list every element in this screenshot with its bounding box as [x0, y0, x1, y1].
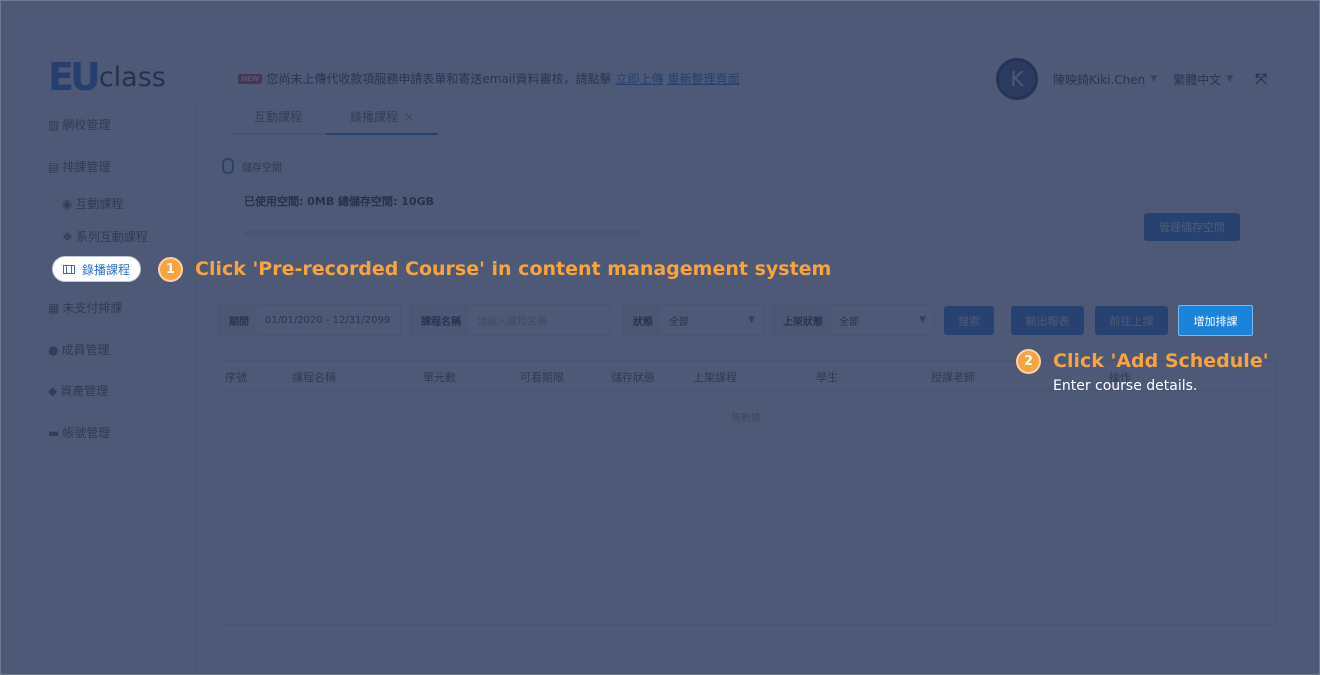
new-badge: NEW [238, 73, 263, 84]
status-label: 狀態 [633, 316, 653, 328]
sidebar-item-account[interactable]: ▬ 帳號管理 [48, 424, 110, 441]
briefcase-icon: ▬ [48, 425, 60, 440]
column-header: 課程名稱 [292, 371, 336, 384]
tab-interactive[interactable]: 互動課程 [230, 100, 327, 135]
step-description: Enter course details. [1053, 378, 1198, 394]
column-header: 授課老師 [931, 371, 975, 384]
listing-select[interactable]: 全部 ▼ [831, 305, 934, 335]
diamond-icon: ◆ [48, 383, 58, 398]
sidebar-item-label: 帳號管理 [62, 426, 111, 440]
app-background: EU class NEW 您尚未上傳代收款項服務申請表單和寄送email資料審核… [0, 0, 1320, 675]
period-label: 期間 [229, 316, 249, 328]
listing-label: 上架狀態 [783, 316, 823, 328]
header-user-area: K 陳映錡Kiki.Chen ▼ 繁體中文 ▼ ⤧ [996, 58, 1267, 100]
status-select[interactable]: 全部 ▼ [661, 305, 763, 335]
close-icon[interactable]: × [404, 110, 414, 124]
database-icon [222, 158, 234, 174]
sidebar-item-scheduling[interactable]: ▤ 排課管理 [48, 158, 110, 175]
user-icon: ● [48, 342, 59, 357]
column-header: 儲存狀態 [611, 371, 655, 384]
step-number: 2 [1016, 349, 1041, 374]
listing-value: 全部 [839, 316, 859, 328]
chevron-down-icon: ▼ [919, 315, 926, 325]
document-icon: ▤ [48, 159, 60, 174]
language-select[interactable]: 繁體中文 [1173, 71, 1221, 88]
period-filter[interactable]: 期間 01/01/2020 - 12/31/2099 [218, 304, 401, 336]
course-name-label: 課程名稱 [421, 316, 461, 328]
eye-icon: ◉ [62, 196, 73, 211]
sidebar-item-unpaid[interactable]: ▦ 未支付排課 [48, 299, 122, 316]
step-number: 1 [158, 257, 183, 282]
chevron-down-icon[interactable]: ▼ [1150, 74, 1157, 84]
guide-step-1: 1 Click 'Pre-recorded Course' in content… [158, 257, 831, 282]
step-title: Click 'Pre-recorded Course' in content m… [195, 258, 832, 280]
period-input[interactable]: 01/01/2020 - 12/31/2099 [257, 305, 400, 335]
storage-title: 儲存空間 [222, 158, 282, 174]
column-header: 可看期限 [520, 371, 564, 384]
manage-storage-button[interactable]: 管理儲存空間 [1144, 213, 1240, 241]
notice-bar: NEW 您尚未上傳代收款項服務申請表單和寄送email資料審核，請點擊 立即上傳… [238, 70, 740, 87]
grid-icon: ▦ [48, 300, 60, 315]
column-header: 序號 [225, 371, 247, 384]
guide-step-2: 2 Click 'Add Schedule' Enter course deta… [1016, 349, 1269, 394]
storage-title-text: 儲存空間 [242, 162, 282, 174]
sidebar-item-school[interactable]: ▥ 網校管理 [48, 116, 110, 133]
tab-label: 錄播課程 [350, 110, 399, 124]
film-icon [63, 264, 75, 274]
refresh-link[interactable]: 重新整理頁面 [668, 70, 740, 87]
sidebar-item-label: 資產管理 [60, 384, 109, 398]
logo[interactable]: EU class [48, 58, 166, 96]
chevron-down-icon[interactable]: ▼ [1226, 74, 1233, 84]
column-header: 單元數 [423, 371, 456, 384]
course-table: 序號 課程名稱 單元數 可看期限 儲存狀態 上架課程 學生 授課老師 操作 無數… [218, 360, 1276, 625]
sidebar-item-assets[interactable]: ◆ 資產管理 [48, 382, 108, 399]
course-name-filter[interactable]: 課程名稱 請輸入課程名稱 [410, 304, 611, 336]
search-button[interactable]: 搜索 [944, 306, 994, 335]
step-title: Click 'Add Schedule' [1053, 350, 1269, 372]
logo-text: class [98, 61, 166, 93]
sidebar-item-members[interactable]: ● 成員管理 [48, 341, 110, 358]
tab-bar: 互動課程 錄播課程 × [230, 100, 439, 135]
column-header: 上架課程 [693, 371, 737, 384]
fullscreen-icon[interactable]: ⤧ [1255, 70, 1267, 88]
cubes-icon: ❖ [62, 229, 73, 244]
sidebar-item-recorded[interactable]: 錄播課程 [52, 256, 141, 282]
status-filter[interactable]: 狀態 全部 ▼ [622, 304, 764, 336]
upload-link[interactable]: 立即上傳 [615, 70, 663, 87]
listing-filter[interactable]: 上架狀態 全部 ▼ [772, 304, 935, 336]
avatar[interactable]: K [996, 58, 1038, 100]
sidebar-item-series[interactable]: ❖ 系列互動課程 [62, 228, 148, 245]
empty-state: 無數據 [731, 413, 761, 424]
sidebar-item-label: 網校管理 [62, 118, 111, 132]
user-name[interactable]: 陳映錡Kiki.Chen [1053, 71, 1145, 88]
storage-usage: 已使用空間: 0MB 總儲存空間: 10GB [244, 195, 434, 208]
sidebar-item-label: 系列互動課程 [75, 230, 148, 244]
sidebar-item-label: 錄播課程 [82, 262, 131, 277]
storage-progress-bar [244, 230, 642, 236]
sidebar-item-label: 互動課程 [75, 197, 124, 211]
go-to-class-button[interactable]: 前往上課 [1095, 306, 1168, 335]
sidebar-item-interactive[interactable]: ◉ 互動課程 [62, 195, 124, 212]
column-header: 學生 [816, 371, 838, 384]
export-report-button[interactable]: 輸出報表 [1011, 306, 1084, 335]
tab-recorded[interactable]: 錄播課程 × [326, 100, 439, 135]
chevron-down-icon: ▼ [748, 315, 755, 325]
notice-text: 您尚未上傳代收款項服務申請表單和寄送email資料審核，請點擊 [266, 72, 612, 86]
tab-label: 互動課程 [254, 110, 303, 124]
add-schedule-button[interactable]: 增加排課 [1178, 305, 1253, 336]
sidebar-item-label: 成員管理 [61, 343, 110, 357]
status-value: 全部 [669, 316, 689, 328]
sidebar-item-label: 未支付排課 [62, 301, 123, 315]
sidebar-item-label: 排課管理 [62, 160, 111, 174]
course-name-input[interactable]: 請輸入課程名稱 [469, 305, 610, 335]
logo-mark: EU [48, 55, 101, 99]
bank-icon: ▥ [48, 117, 60, 132]
